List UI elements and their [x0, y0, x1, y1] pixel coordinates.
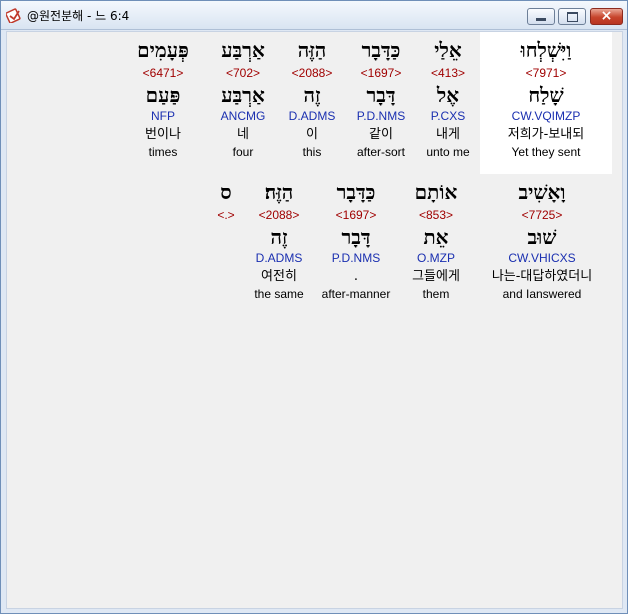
lemma-word: זֶה	[270, 225, 288, 249]
maximize-button[interactable]	[558, 8, 586, 25]
selected-word-column[interactable]: וַיִּשְׁלְחוּ <7971> שָׁלַח CW.VQIMZP 저희…	[480, 32, 612, 174]
hebrew-word: וָאָשִׁיב	[518, 180, 566, 204]
english-gloss: times	[148, 145, 178, 159]
korean-gloss: 같이	[369, 127, 393, 142]
lemma-word: זֶה	[303, 83, 321, 107]
app-window: @원전분해 - 느 6:4 × פְּעָמִים <6471> פַּעַם …	[0, 0, 628, 614]
strong-number[interactable]: <1697>	[317, 208, 395, 222]
english-gloss: the same	[254, 287, 304, 301]
hebrew-word: הַזֶּה׃	[264, 180, 294, 204]
english-gloss: and Ianswered	[502, 287, 582, 301]
english-gloss: them	[422, 287, 450, 301]
word-column[interactable]: הַזֶּה <2088> זֶה D.ADMS 이 this	[281, 38, 343, 159]
english-gloss: after-sort	[356, 145, 405, 159]
korean-gloss: 내게	[436, 127, 460, 142]
morphology-code: D.ADMS	[255, 251, 303, 265]
korean-gloss: 이	[306, 127, 318, 142]
hebrew-word: אֵלַי	[434, 38, 462, 62]
english-gloss: Yet they sent	[511, 145, 581, 159]
morphology-code: P.D.NMS	[331, 251, 381, 265]
verse-analysis-panel: פְּעָמִים <6471> פַּעַם NFP 번이나 times אַ…	[6, 31, 623, 609]
strong-number[interactable]: <6471>	[127, 66, 199, 80]
morphology-code: D.ADMS	[288, 109, 336, 123]
word-column[interactable]: אַרְבַּע <702> אַרְבַּע ANCMG 네 four	[207, 38, 279, 159]
hebrew-word: פְּעָמִים	[137, 38, 189, 62]
word-column[interactable]: כַּדָּבָר <1697> דָּבָר P.D.NMS 같이 after…	[345, 38, 417, 159]
korean-gloss: 네	[237, 127, 249, 142]
korean-gloss: 그들에게	[412, 269, 460, 284]
english-gloss: this	[302, 145, 322, 159]
lemma-word: אֵת	[423, 225, 449, 249]
korean-gloss: 여전히	[261, 269, 297, 284]
hebrew-word: וַיִּשְׁלְחוּ	[520, 38, 572, 62]
hebrew-word: ס	[220, 180, 232, 204]
lemma-word: אֶל	[436, 83, 460, 107]
maximize-icon	[567, 12, 578, 22]
strong-number[interactable]: <2088>	[281, 66, 343, 80]
english-gloss: unto me	[426, 145, 470, 159]
window-title: @원전분해 - 느 6:4	[27, 9, 130, 23]
strong-number[interactable]: <702>	[207, 66, 279, 80]
word-column[interactable]: וָאָשִׁיב <7725> שׁוּב CW.VHICXS 나는-대답하였…	[477, 180, 607, 301]
strong-number[interactable]: <413>	[419, 66, 477, 80]
strong-number[interactable]: <.>	[209, 208, 243, 222]
word-column[interactable]: הַזֶּה׃ <2088> זֶה D.ADMS 여전히 the same	[247, 180, 311, 301]
korean-gloss: 나는-대답하였더니	[491, 269, 593, 284]
strong-number[interactable]: <7971>	[480, 66, 612, 80]
morphology-code: NFP	[151, 109, 175, 123]
word-column[interactable]: כַּדָּבָר <1697> דָּבָר P.D.NMS . after-…	[317, 180, 395, 301]
morphology-code: P.D.NMS	[356, 109, 406, 123]
strong-number[interactable]: <2088>	[247, 208, 311, 222]
hebrew-word: כַּדָּבָר	[361, 38, 401, 62]
morphology-code: ANCMG	[220, 109, 266, 123]
word-column[interactable]: אוֹתָם <853> אֵת O.MZP 그들에게 them	[399, 180, 473, 301]
korean-gloss: 저희가-보내되	[507, 127, 585, 142]
english-gloss: four	[232, 145, 254, 159]
morphology-code: O.MZP	[417, 251, 455, 265]
hebrew-word: אַרְבַּע	[221, 38, 265, 62]
close-button[interactable]: ×	[590, 8, 623, 25]
close-icon: ×	[600, 8, 613, 24]
hebrew-word: כַּדָּבָר	[336, 180, 376, 204]
morphology-code: CW.VHICXS	[508, 251, 576, 265]
word-column[interactable]: ס <.>	[209, 180, 243, 222]
minimize-icon	[536, 18, 546, 21]
korean-gloss: 번이나	[145, 127, 181, 142]
morphology-code: P.CXS	[430, 109, 466, 123]
word-column[interactable]: אֵלַי <413> אֶל P.CXS 내게 unto me	[419, 38, 477, 159]
strong-number[interactable]: <7725>	[477, 208, 607, 222]
bible-app-icon	[6, 8, 21, 23]
word-column[interactable]: פְּעָמִים <6471> פַּעַם NFP 번이나 times	[127, 38, 199, 159]
lemma-word: אַרְבַּע	[221, 83, 265, 107]
english-gloss: after-manner	[321, 287, 391, 301]
lemma-word: שָׁלַח	[528, 83, 564, 107]
lemma-word: שׁוּב	[527, 225, 557, 249]
hebrew-word: אוֹתָם	[414, 180, 458, 204]
lemma-word: דָּבָר	[366, 83, 396, 107]
lemma-word: דָּבָר	[341, 225, 371, 249]
minimize-button[interactable]	[527, 8, 555, 25]
strong-number[interactable]: <1697>	[345, 66, 417, 80]
strong-number[interactable]: <853>	[399, 208, 473, 222]
morphology-code: CW.VQIMZP	[511, 109, 581, 123]
hebrew-word: הַזֶּה	[297, 38, 327, 62]
lemma-word: פַּעַם	[145, 83, 181, 107]
korean-gloss: .	[353, 269, 359, 284]
title-bar[interactable]: @원전분해 - 느 6:4 ×	[1, 1, 627, 30]
